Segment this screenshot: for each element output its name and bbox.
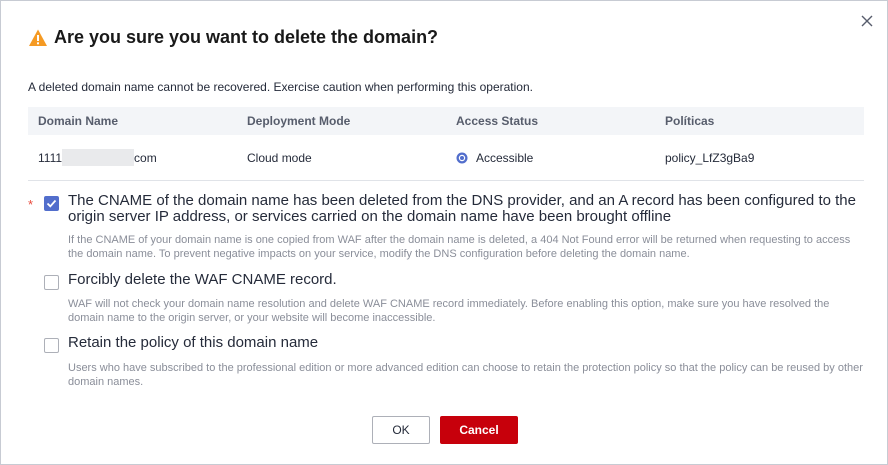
- column-header-access-status: Access Status: [456, 114, 539, 128]
- retain-policy-label[interactable]: Retain the policy of this domain name: [68, 335, 318, 351]
- accessible-status-icon: [456, 152, 468, 164]
- cancel-button[interactable]: Cancel: [440, 416, 518, 444]
- column-header-deployment-mode: Deployment Mode: [247, 114, 351, 128]
- cname-deleted-label[interactable]: The CNAME of the domain name has been de…: [68, 193, 858, 225]
- dialog-header: Are you sure you want to delete the doma…: [28, 27, 438, 48]
- masked-domain-segment: [62, 149, 135, 166]
- dialog-description: A deleted domain name cannot be recovere…: [28, 80, 533, 94]
- force-delete-cname-help: WAF will not check your domain name reso…: [68, 298, 830, 324]
- option-cname-deleted: * The CNAME of the domain name has been …: [28, 193, 868, 261]
- force-delete-cname-checkbox[interactable]: [44, 275, 59, 290]
- column-header-policies: Políticas: [665, 114, 715, 128]
- warning-icon: [28, 28, 48, 48]
- table-row: 1111 com Cloud mode Accessible policy_Lf…: [28, 135, 864, 181]
- force-delete-cname-label[interactable]: Forcibly delete the WAF CNAME record.: [68, 272, 337, 288]
- close-icon[interactable]: [859, 13, 875, 29]
- access-status-text: Accessible: [476, 150, 534, 165]
- option-force-delete-cname: Forcibly delete the WAF CNAME record. WA…: [28, 272, 868, 325]
- required-mark: *: [28, 197, 34, 212]
- table-header: Domain Name Deployment Mode Access Statu…: [28, 107, 864, 135]
- retain-policy-checkbox[interactable]: [44, 338, 59, 353]
- domain-prefix: 1111: [38, 150, 63, 165]
- checkmark-icon: [46, 199, 57, 208]
- cname-deleted-help: If the CNAME of your domain name is one …: [68, 234, 851, 260]
- dialog-footer: OK Cancel: [1, 416, 888, 444]
- ok-button[interactable]: OK: [372, 416, 430, 444]
- delete-domain-dialog: Are you sure you want to delete the doma…: [0, 0, 888, 465]
- access-status-cell: Accessible: [446, 151, 655, 165]
- column-header-domain-name: Domain Name: [38, 114, 119, 128]
- policy-cell: policy_LfZ3gBa9: [665, 150, 755, 165]
- cname-deleted-checkbox[interactable]: [44, 196, 59, 211]
- retain-policy-help: Users who have subscribed to the profess…: [68, 362, 863, 388]
- deployment-mode-cell: Cloud mode: [247, 150, 312, 165]
- domain-table: Domain Name Deployment Mode Access Statu…: [28, 107, 864, 181]
- domain-name-cell: 1111 com: [28, 149, 237, 166]
- dialog-title: Are you sure you want to delete the doma…: [54, 27, 439, 47]
- domain-suffix: com: [134, 150, 157, 165]
- option-retain-policy: Retain the policy of this domain name Us…: [28, 335, 868, 389]
